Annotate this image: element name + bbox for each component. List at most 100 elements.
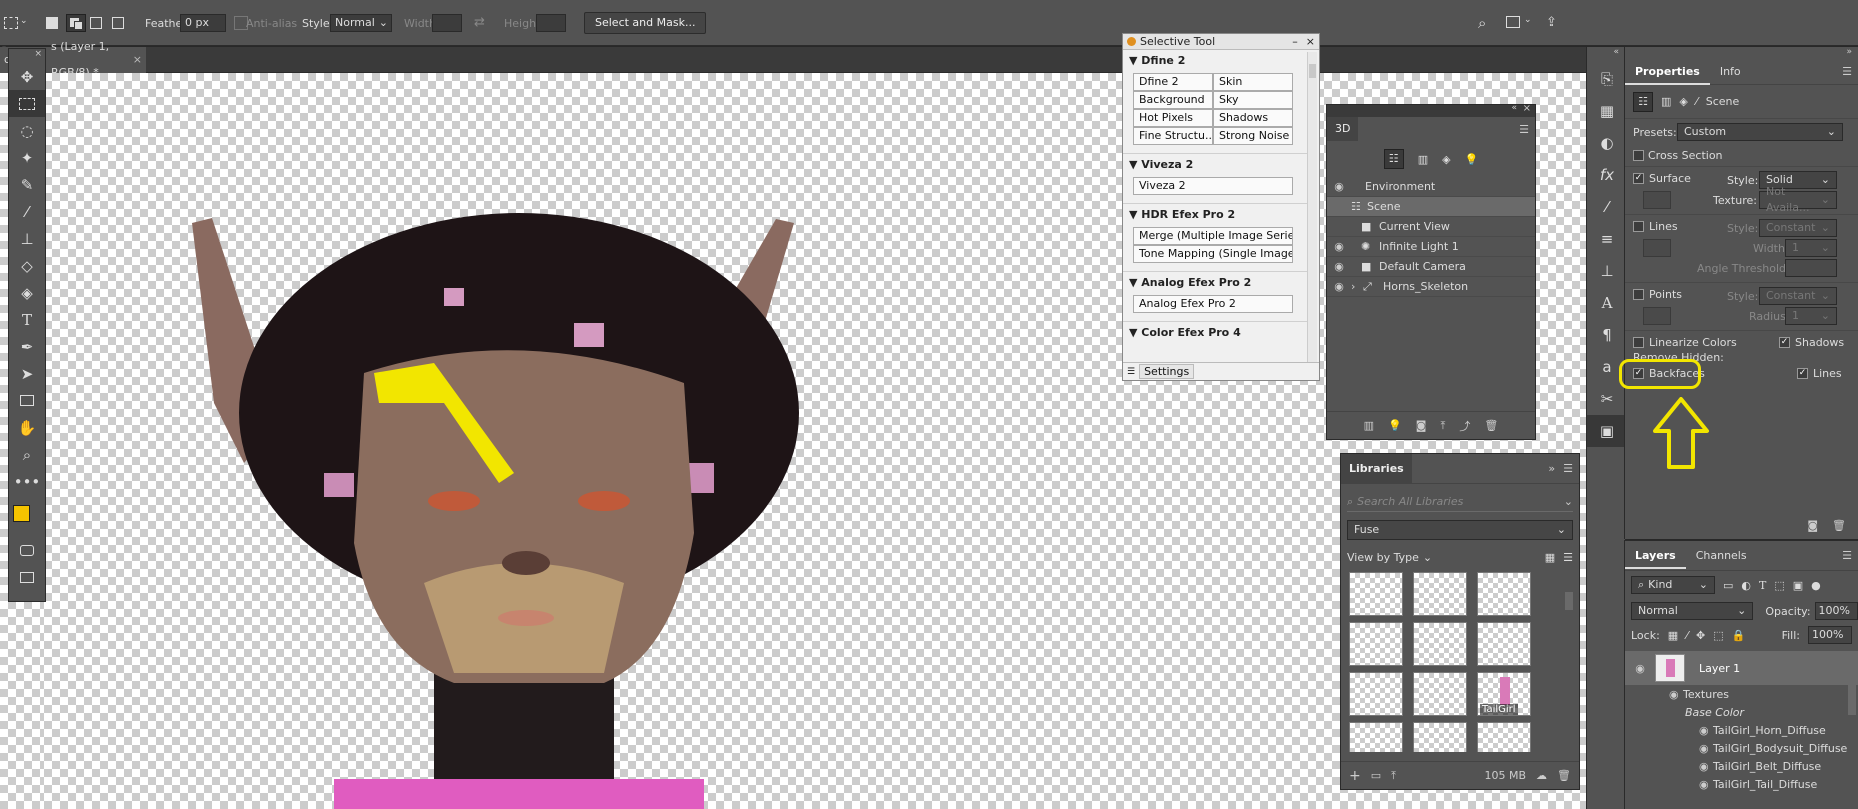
tool-presets-icon[interactable]: ✂	[1587, 383, 1627, 415]
paint-bucket-icon[interactable]: ◈	[9, 279, 45, 306]
texture-item[interactable]: ◉ TailGirl_Tail_Diffuse	[1625, 775, 1858, 793]
eye-icon[interactable]: ◉	[1699, 724, 1713, 737]
presets-select[interactable]: Custom ⌄	[1677, 123, 1843, 141]
collapse-icon[interactable]: «	[1511, 103, 1517, 113]
panel-menu-icon[interactable]: ☰	[1519, 123, 1529, 136]
add-icon[interactable]: +	[1349, 768, 1361, 784]
collapse-icon[interactable]: »	[1625, 47, 1858, 59]
eyedropper-icon[interactable]: ✎	[9, 171, 45, 198]
width-input[interactable]	[432, 14, 462, 32]
panel-3d-tab[interactable]: 3D	[1327, 117, 1359, 141]
lines-checkbox[interactable]	[1633, 221, 1644, 232]
eye-icon[interactable]: ◉	[1699, 742, 1713, 755]
eye-icon[interactable]: ◉	[1669, 688, 1683, 701]
tab-layers[interactable]: Layers	[1625, 543, 1686, 569]
upload-icon[interactable]: ⤒	[1391, 769, 1396, 783]
hand-tool-icon[interactable]: ✋	[9, 414, 45, 441]
eye-icon[interactable]: ◉	[1625, 662, 1655, 675]
magic-wand-icon[interactable]: ✦	[9, 144, 45, 171]
tools-collapse-icon[interactable]: ×	[9, 49, 45, 63]
close-icon[interactable]: ×	[1523, 103, 1531, 114]
delete-icon[interactable]: 🗑	[1557, 769, 1571, 782]
rectangle-tool-icon[interactable]	[9, 387, 45, 414]
filter-light-icon[interactable]: 💡	[1465, 153, 1479, 166]
eye-icon[interactable]: ◉	[1327, 180, 1351, 193]
filter-toggle-icon[interactable]: ●	[1811, 579, 1821, 592]
eye-icon[interactable]: ◉	[1327, 240, 1351, 253]
collapse-icon[interactable]: »	[1548, 462, 1555, 475]
texture-item[interactable]: ◉ TailGirl_Belt_Diffuse	[1625, 757, 1858, 775]
type-tool-icon[interactable]: T	[9, 306, 45, 333]
eye-icon[interactable]: ◉	[1699, 760, 1713, 773]
texture-item[interactable]: ◉ TailGirl_Bodysuit_Diffuse	[1625, 739, 1858, 757]
texture-select[interactable]: Not Availa... ⌄	[1759, 185, 1837, 214]
filter-adjustment-icon[interactable]: ◐	[1741, 579, 1751, 592]
adjustments-icon[interactable]: ◐	[1587, 127, 1627, 159]
library-select[interactable]: Fuse ⌄	[1347, 520, 1573, 540]
clone-source-icon[interactable]: ⊥	[1587, 255, 1627, 287]
eraser-tool-icon[interactable]: ◇	[9, 252, 45, 279]
texture-item[interactable]: ◉ TailGirl_Horn_Diffuse	[1625, 721, 1858, 739]
zoom-tool-icon[interactable]: ⌕	[9, 441, 45, 468]
angle-threshold-input[interactable]	[1785, 259, 1837, 277]
scroll-thumb[interactable]	[1565, 592, 1573, 610]
render-icon[interactable]: ◙	[1807, 519, 1818, 532]
paragraph-icon[interactable]: ¶	[1587, 319, 1627, 351]
pen-tool-icon[interactable]: ✒	[9, 333, 45, 360]
kind-filter-select[interactable]: ⌕ Kind ⌄	[1631, 576, 1715, 594]
tab-channels[interactable]: Channels	[1686, 543, 1757, 569]
lines-style-select[interactable]: Constant ⌄	[1759, 219, 1837, 237]
skin-button[interactable]: Skin	[1213, 73, 1293, 91]
sky-button[interactable]: Sky	[1213, 91, 1293, 109]
selective-tool-header[interactable]: Selective Tool – ×	[1123, 34, 1319, 50]
merge-button[interactable]: Merge (Multiple Image Series)	[1133, 227, 1293, 245]
light-settings-icon[interactable]: ◈	[1679, 95, 1687, 108]
viveza-2-button[interactable]: Viveza 2	[1133, 177, 1293, 195]
library-item[interactable]	[1477, 572, 1531, 616]
settings-bar[interactable]: ☰ Settings	[1123, 362, 1319, 380]
analog-efex-button[interactable]: Analog Efex Pro 2	[1133, 295, 1293, 313]
list-view-icon[interactable]: ☰	[1563, 551, 1573, 564]
delete-icon[interactable]: 🗑	[1484, 419, 1498, 432]
tab-info[interactable]: Info	[1710, 59, 1751, 85]
panel-menu-icon[interactable]: ☰	[1842, 65, 1852, 78]
tab-properties[interactable]: Properties	[1625, 59, 1710, 85]
scroll-thumb[interactable]	[1309, 64, 1316, 78]
textures-row[interactable]: ◉ Textures	[1625, 685, 1858, 703]
surface-checkbox[interactable]: ✓	[1633, 173, 1644, 184]
close-icon[interactable]: ×	[133, 47, 142, 73]
section-color-efex-pro-4[interactable]: ▼ Color Efex Pro 4	[1123, 321, 1309, 343]
workspace-icon[interactable]	[1506, 16, 1520, 28]
screen-mode-icon[interactable]	[9, 564, 45, 591]
list-item[interactable]: ◉ › ⤢ Horns_Skeleton	[1327, 277, 1535, 297]
search-input[interactable]: Search All Libraries	[1357, 495, 1463, 508]
layer-row[interactable]: ◉ Layer 1	[1625, 651, 1858, 685]
height-input[interactable]	[536, 14, 566, 32]
section-dfine-2[interactable]: ▼ Dfine 2	[1123, 50, 1309, 71]
fine-structure-button[interactable]: Fine Structu...	[1133, 127, 1213, 145]
library-item[interactable]	[1349, 672, 1403, 716]
library-item-tailgirl[interactable]: TailGirl	[1477, 672, 1531, 716]
intersect-selection-icon[interactable]	[112, 17, 124, 29]
eye-icon[interactable]: ◉	[1699, 778, 1713, 791]
styles-icon[interactable]: fx	[1587, 159, 1627, 191]
library-item[interactable]	[1477, 622, 1531, 666]
feather-input[interactable]: 0 px	[180, 14, 226, 32]
new-light-icon[interactable]: 💡	[1388, 419, 1402, 432]
move-tool-icon[interactable]: ✥	[9, 63, 45, 90]
render-icon[interactable]: ⤴	[1459, 418, 1470, 434]
points-radius-input[interactable]: 1 ⌄	[1785, 307, 1837, 325]
scroll-thumb[interactable]	[1848, 675, 1856, 715]
library-item[interactable]	[1413, 572, 1467, 616]
marquee-preset-icon[interactable]	[4, 17, 18, 29]
filter-pixel-icon[interactable]: ▭	[1723, 579, 1733, 592]
points-style-select[interactable]: Constant ⌄	[1759, 287, 1837, 305]
brushes-icon[interactable]: ⁄	[1587, 191, 1627, 223]
library-scrollbar[interactable]	[1565, 572, 1573, 752]
minimize-icon[interactable]: –	[1292, 35, 1298, 48]
library-item[interactable]	[1349, 722, 1403, 752]
lock-transparent-icon[interactable]: ▦	[1668, 629, 1678, 642]
swatches-icon[interactable]: ▦	[1587, 95, 1627, 127]
library-item[interactable]	[1349, 622, 1403, 666]
list-item[interactable]: ◉ ■ Default Camera	[1327, 257, 1535, 277]
